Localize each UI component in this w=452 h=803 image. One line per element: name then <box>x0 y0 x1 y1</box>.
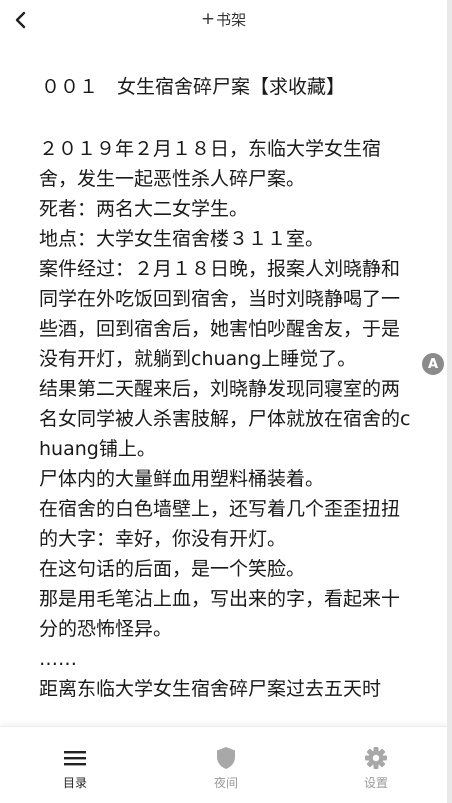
screen-edge <box>447 0 452 803</box>
paragraph: 地点：大学女生宿舍楼３１１室。 <box>39 228 325 250</box>
back-button[interactable] <box>6 6 34 34</box>
night-shield-icon <box>217 747 235 769</box>
top-bar: + 书架 <box>0 0 447 40</box>
chapter-content: ００１ 女生宿舍碎尸案【求收藏】 ２０１９年２月１８日，东临大学女生宿舍，发生一… <box>39 70 417 704</box>
nav-settings-button[interactable]: 设置 <box>336 745 416 791</box>
bottom-nav: 目录 夜间 设置 <box>0 726 447 803</box>
paragraph: 结果第二天醒来后，刘晓静发现同寝室的两名女同学被人杀害肢解，尸体就放在宿舍的ch… <box>39 378 411 460</box>
paragraph: 在这句话的后面，是一个笑脸。 <box>39 558 306 580</box>
reader-screen: + 书架 ００１ 女生宿舍碎尸案【求收藏】 ２０１９年２月１８日，东临大学女生宿… <box>0 0 447 803</box>
paragraph: 那是用毛笔沾上血，写出来的字，看起来十分的恐怖怪异。 <box>39 588 401 640</box>
nav-settings-label: 设置 <box>363 776 388 790</box>
menu-icon <box>64 751 86 766</box>
paragraph: …… <box>39 648 77 670</box>
plus-icon: + <box>200 8 216 29</box>
nav-toc-button[interactable]: 目录 <box>35 745 115 791</box>
bookshelf-label: 书架 <box>216 10 247 29</box>
chapter-body: ２０１９年２月１８日，东临大学女生宿舍，发生一起恶性杀人碎尸案。 死者：两名大二… <box>39 134 417 704</box>
paragraph: ２０１９年２月１８日，东临大学女生宿舍，发生一起恶性杀人碎尸案。 <box>39 138 382 190</box>
nav-night-button[interactable]: 夜间 <box>186 745 266 791</box>
font-adjust-button[interactable]: A <box>422 353 444 375</box>
add-to-bookshelf-button[interactable]: + 书架 <box>184 8 264 30</box>
paragraph: 案件经过：２月１８日晚，报案人刘晓静和同学在外吃饭回到宿舍，当时刘晓静喝了一些酒… <box>39 258 401 370</box>
paragraph: 死者：两名大二女学生。 <box>39 198 249 220</box>
nav-night-label: 夜间 <box>213 776 238 790</box>
paragraph: 尸体内的大量鲜血用塑料桶装着。 <box>39 468 325 490</box>
gear-icon <box>365 747 387 769</box>
nav-toc-label: 目录 <box>62 776 87 790</box>
paragraph: 距离东临大学女生宿舍碎尸案过去五天时 <box>39 678 382 700</box>
chapter-title: ００１ 女生宿舍碎尸案【求收藏】 <box>41 76 346 98</box>
paragraph: 在宿舍的白色墙壁上，还写着几个歪歪扭扭的大字：幸好，你没有开灯。 <box>39 498 401 550</box>
chevron-left-icon <box>15 11 26 29</box>
